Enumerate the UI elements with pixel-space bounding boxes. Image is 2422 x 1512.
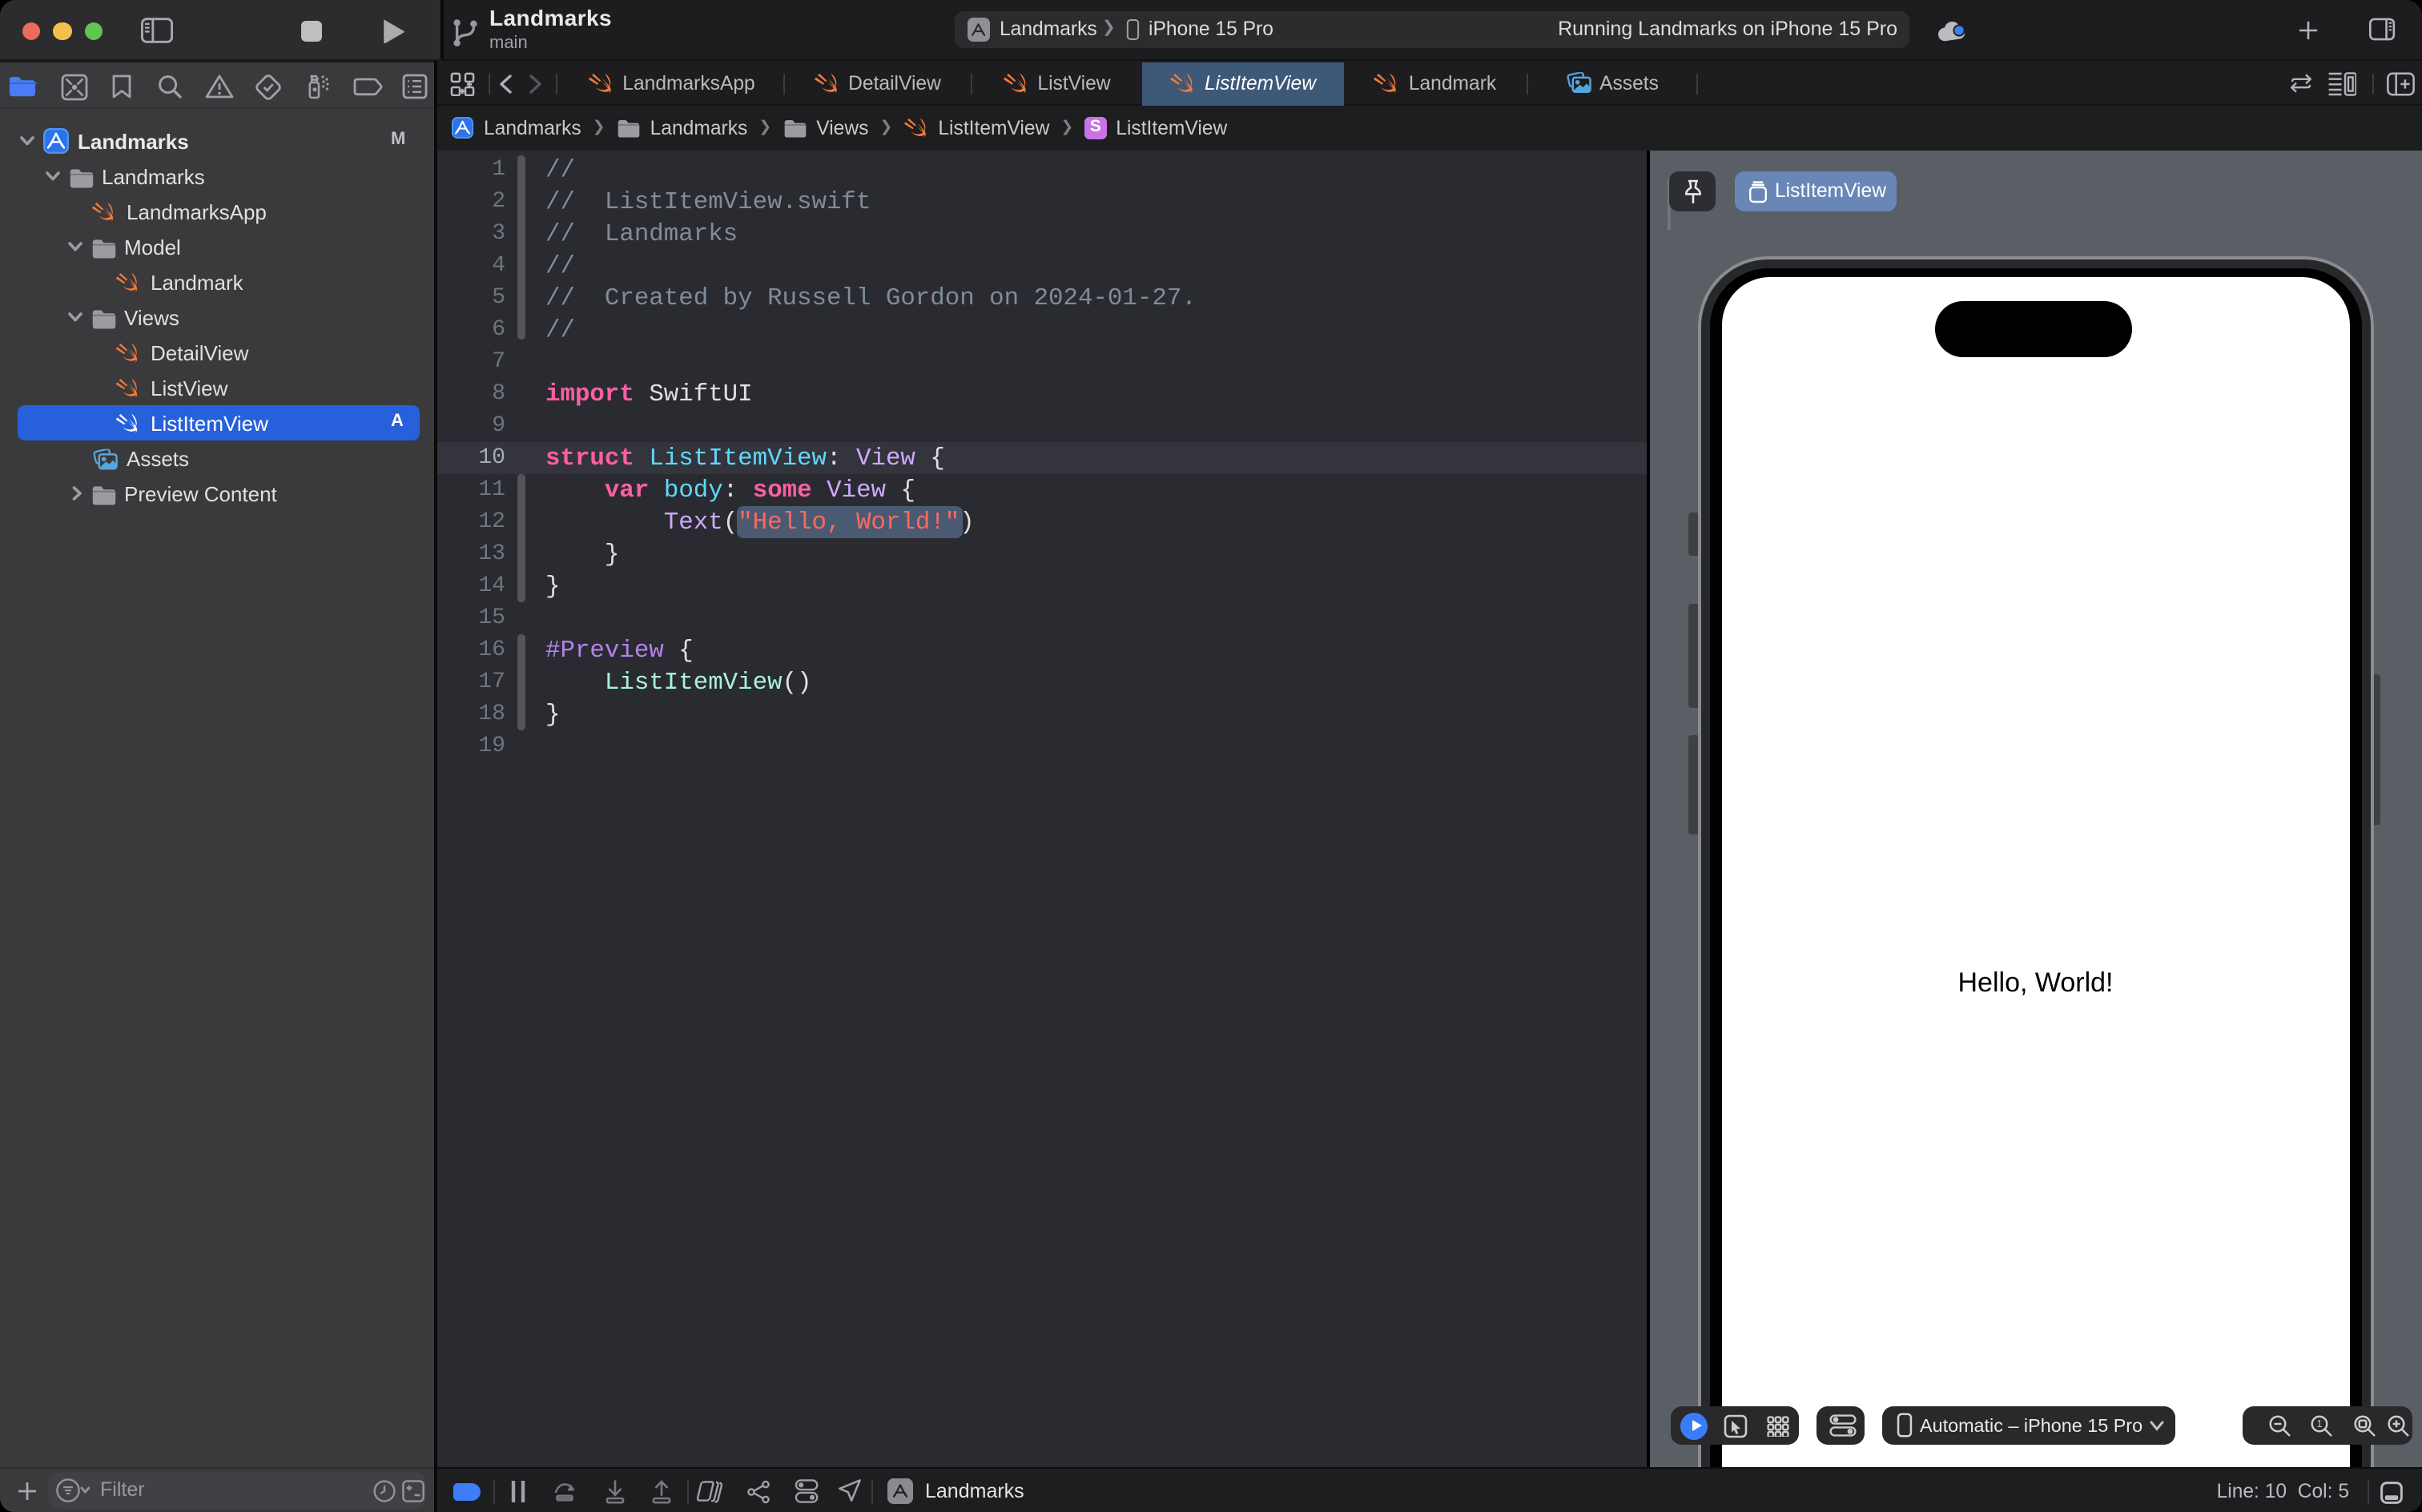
svg-text:1: 1	[2316, 1418, 2322, 1430]
